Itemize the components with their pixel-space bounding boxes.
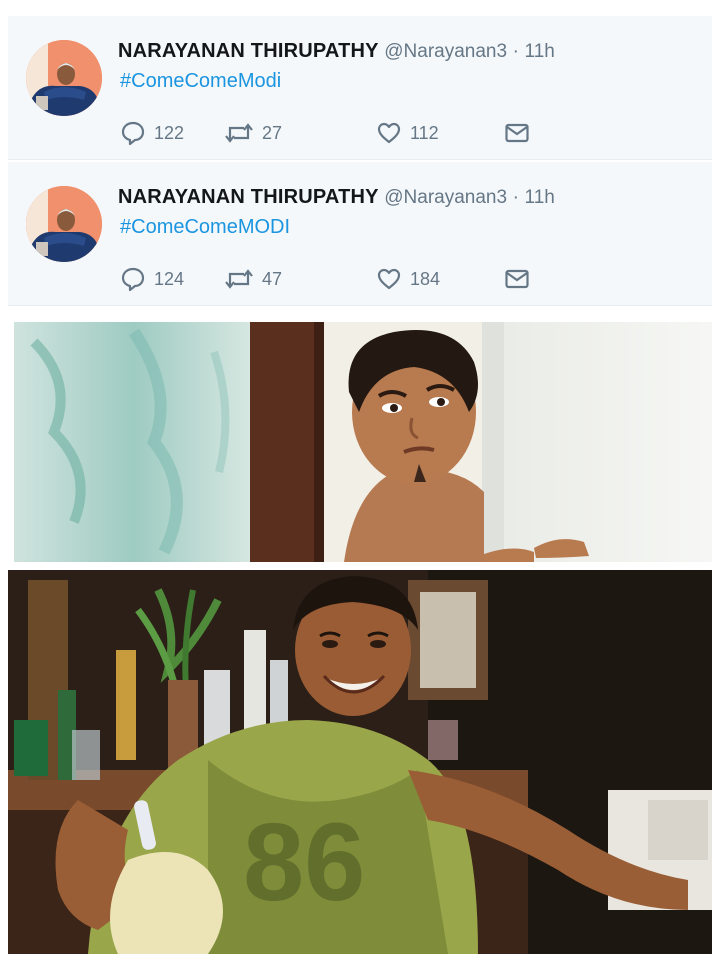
reply-count: 122 bbox=[154, 122, 185, 143]
avatar-photo bbox=[26, 186, 102, 262]
avatar-photo bbox=[26, 40, 102, 116]
separator-dot: · bbox=[512, 41, 519, 62]
smiling-man-illustration: 86 bbox=[8, 570, 712, 954]
tweet-timestamp[interactable]: 11h bbox=[525, 41, 555, 62]
like-button[interactable]: 112 bbox=[376, 116, 439, 150]
reply-button[interactable]: 124 bbox=[120, 262, 184, 296]
meme-still-peeking bbox=[14, 322, 712, 562]
retweet-count: 27 bbox=[262, 122, 283, 143]
reply-icon bbox=[121, 121, 145, 146]
tweet-timestamp[interactable]: 11h bbox=[525, 187, 555, 208]
like-count: 112 bbox=[410, 122, 439, 143]
tweet-actions: 122 27 112 bbox=[120, 116, 540, 150]
heart-icon bbox=[377, 268, 401, 290]
tweet-actions: 124 47 184 bbox=[120, 262, 540, 296]
retweet-count: 47 bbox=[262, 268, 283, 289]
hashtag-link[interactable]: #ComeComeMODI bbox=[120, 216, 290, 239]
retweet-icon bbox=[225, 269, 253, 289]
author-name[interactable]: NARAYANAN THIRUPATHY bbox=[118, 186, 379, 208]
separator-dot: · bbox=[512, 187, 519, 208]
author-handle[interactable]: @Narayanan3 bbox=[384, 187, 507, 208]
peeking-man-illustration bbox=[14, 322, 712, 562]
tweet-header: NARAYANAN THIRUPATHY @Narayanan3 · 11h bbox=[118, 184, 555, 211]
reply-count: 124 bbox=[154, 268, 185, 289]
reply-icon bbox=[121, 267, 145, 292]
heart-icon bbox=[377, 122, 401, 144]
retweet-button[interactable]: 47 bbox=[224, 262, 282, 296]
envelope-icon bbox=[505, 123, 529, 143]
author-name[interactable]: NARAYANAN THIRUPATHY bbox=[118, 40, 379, 62]
retweet-icon bbox=[225, 123, 253, 143]
like-count: 184 bbox=[410, 268, 441, 289]
tweet-header: NARAYANAN THIRUPATHY @Narayanan3 · 11h bbox=[118, 38, 555, 65]
avatar[interactable] bbox=[26, 186, 102, 262]
retweet-button[interactable]: 27 bbox=[224, 116, 282, 150]
svg-text:86: 86 bbox=[243, 801, 365, 924]
avatar[interactable] bbox=[26, 40, 102, 116]
reply-button[interactable]: 122 bbox=[120, 116, 184, 150]
tweet-card[interactable]: NARAYANAN THIRUPATHY @Narayanan3 · 11h #… bbox=[8, 16, 712, 160]
direct-message-button[interactable] bbox=[504, 262, 530, 296]
meme-page: NARAYANAN THIRUPATHY @Narayanan3 · 11h #… bbox=[0, 0, 720, 960]
author-handle[interactable]: @Narayanan3 bbox=[384, 41, 507, 62]
hashtag-link[interactable]: #ComeComeModi bbox=[120, 70, 281, 93]
envelope-icon bbox=[505, 269, 529, 289]
like-button[interactable]: 184 bbox=[376, 262, 440, 296]
meme-still-smiling: 86 bbox=[8, 570, 712, 954]
direct-message-button[interactable] bbox=[504, 116, 530, 150]
tweet-card[interactable]: NARAYANAN THIRUPATHY @Narayanan3 · 11h #… bbox=[8, 162, 712, 306]
